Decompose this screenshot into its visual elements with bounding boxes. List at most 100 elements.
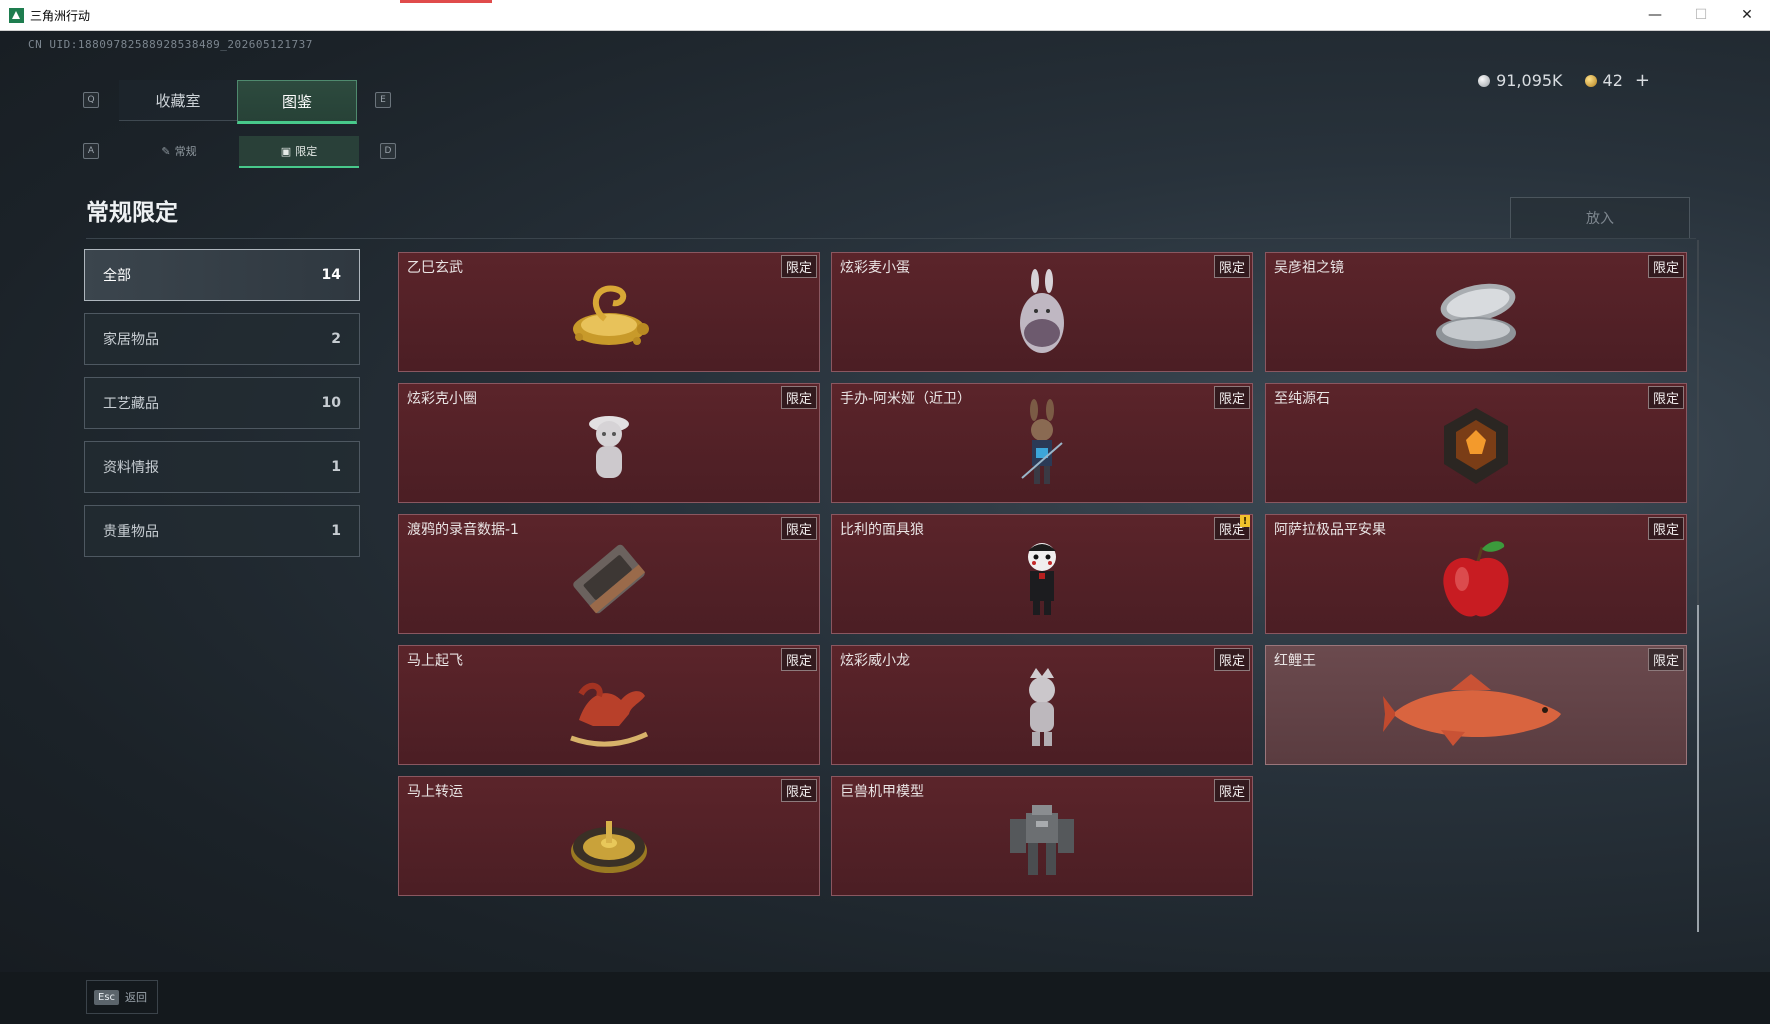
gold-currency: 42 + xyxy=(1584,70,1650,91)
key-hint-d: D xyxy=(380,143,396,159)
item-card[interactable]: 阿萨拉极品平安果 限定 xyxy=(1265,514,1687,634)
item-card[interactable]: 炫彩威小龙 限定 xyxy=(831,645,1253,765)
fortune-wheel-icon xyxy=(571,821,647,873)
item-name: 手办-阿米娅（近卫） xyxy=(840,391,972,407)
limited-badge: 限定 xyxy=(1647,255,1684,278)
titlebar-accent xyxy=(400,0,492,3)
page-title: 常规限定 xyxy=(86,200,178,226)
item-name: 炫彩麦小蛋 xyxy=(840,260,910,276)
gold-amount: 42 xyxy=(1602,71,1623,90)
item-name: 渡鸦的录音数据-1 xyxy=(407,522,519,538)
category-count: 1 xyxy=(331,459,341,475)
grid-scrollbar[interactable] xyxy=(1697,240,1699,932)
item-name: 至纯源石 xyxy=(1274,391,1330,407)
item-name: 巨兽机甲模型 xyxy=(840,784,924,800)
window-title: 三角洲行动 xyxy=(30,8,91,23)
compact-mirror-icon xyxy=(1436,283,1516,349)
tab-regular[interactable]: ✎ 常规 xyxy=(119,136,239,166)
tab-catalog[interactable]: 图鉴 xyxy=(237,80,357,124)
window-controls: — ☐ ✕ xyxy=(1632,0,1770,30)
limited-badge: 限定 xyxy=(780,255,817,278)
window-titlebar: 三角洲行动 — ☐ ✕ xyxy=(0,0,1770,31)
minimize-button[interactable]: — xyxy=(1632,0,1678,30)
back-button[interactable]: Esc 返回 xyxy=(86,980,158,1014)
key-hint-e: E xyxy=(375,92,391,108)
cassette-tape-icon xyxy=(573,544,646,614)
item-card[interactable]: 炫彩麦小蛋 限定 xyxy=(831,252,1253,372)
category-count: 1 xyxy=(331,523,341,539)
mech-model-icon xyxy=(1010,805,1074,875)
item-card-selected[interactable]: 红鲤王 限定 xyxy=(1265,645,1687,765)
currency-bar: 91,095K 42 + xyxy=(1478,70,1650,91)
item-card[interactable]: 马上转运 限定 xyxy=(398,776,820,896)
maximize-button[interactable]: ☐ xyxy=(1678,0,1724,30)
item-card[interactable]: 比利的面具狼 限定 ! xyxy=(831,514,1253,634)
limited-badge: 限定 xyxy=(780,386,817,409)
silver-currency: 91,095K xyxy=(1478,71,1563,90)
category-label: 贵重物品 xyxy=(103,524,159,540)
close-button[interactable]: ✕ xyxy=(1724,0,1770,30)
place-in-button[interactable]: 放入 xyxy=(1510,197,1690,239)
category-home-items[interactable]: 家居物品 2 xyxy=(84,313,360,365)
item-card[interactable]: 至纯源石 限定 xyxy=(1265,383,1687,503)
silver-coin-icon xyxy=(1478,74,1491,87)
category-all[interactable]: 全部 14 xyxy=(84,249,360,301)
item-card[interactable]: 巨兽机甲模型 限定 xyxy=(831,776,1253,896)
limited-badge: 限定 xyxy=(780,517,817,540)
dragon-figurine-icon xyxy=(1029,668,1055,746)
originium-crystal-icon xyxy=(1444,408,1508,484)
category-count: 10 xyxy=(321,395,341,411)
category-crafts[interactable]: 工艺藏品 10 xyxy=(84,377,360,429)
white-figurine-icon xyxy=(589,416,629,478)
tab-collection-room[interactable]: 收藏室 xyxy=(119,80,237,121)
item-name: 吴彦祖之镜 xyxy=(1274,260,1344,276)
add-currency-button[interactable]: + xyxy=(1635,70,1650,91)
item-card[interactable]: 炫彩克小圈 限定 xyxy=(398,383,820,503)
category-label: 全部 xyxy=(103,268,131,284)
tab-limited[interactable]: ▣ 限定 xyxy=(239,136,359,168)
gold-coin-icon xyxy=(1584,74,1597,87)
limited-badge: 限定 xyxy=(1213,255,1250,278)
pin-icon: ✎ xyxy=(161,144,171,158)
category-label: 工艺藏品 xyxy=(103,396,159,412)
limited-badge: 限定 xyxy=(1647,517,1684,540)
key-hint-q: Q xyxy=(83,92,99,108)
item-name: 红鲤王 xyxy=(1274,653,1316,669)
new-alert-icon: ! xyxy=(1240,515,1250,527)
main-tabs: 收藏室 图鉴 xyxy=(119,80,357,124)
item-card[interactable]: 马上起飞 限定 xyxy=(398,645,820,765)
bunny-egg-figure-icon xyxy=(1020,269,1064,353)
category-count: 14 xyxy=(321,267,341,283)
esc-key-hint: Esc xyxy=(94,989,120,1005)
limited-badge: 限定 xyxy=(1213,648,1250,671)
golden-tortoise-snake-icon xyxy=(573,285,649,345)
limited-badge: 限定 xyxy=(1647,648,1684,671)
category-count: 2 xyxy=(331,331,341,347)
silver-amount: 91,095K xyxy=(1496,71,1563,90)
item-name: 炫彩克小圈 xyxy=(407,391,477,407)
limited-badge: 限定 xyxy=(1213,386,1250,409)
category-label: 资料情报 xyxy=(103,460,159,476)
tab-regular-label: 常规 xyxy=(174,145,197,158)
scrollbar-thumb[interactable] xyxy=(1697,605,1699,932)
amiya-figure-icon xyxy=(1021,399,1063,484)
limited-badge: 限定 xyxy=(1647,386,1684,409)
app-logo-icon xyxy=(9,7,24,23)
key-hint-a: A xyxy=(83,143,99,159)
red-apple-icon xyxy=(1443,541,1509,617)
category-valuables[interactable]: 贵重物品 1 xyxy=(84,505,360,557)
item-name: 乙巳玄武 xyxy=(407,260,463,276)
item-name: 马上起飞 xyxy=(407,653,463,669)
item-card[interactable]: 吴彦祖之镜 限定 xyxy=(1265,252,1687,372)
item-name: 炫彩威小龙 xyxy=(840,653,910,669)
category-intel[interactable]: 资料情报 1 xyxy=(84,441,360,493)
item-name: 马上转运 xyxy=(407,784,463,800)
item-card[interactable]: 渡鸦的录音数据-1 限定 xyxy=(398,514,820,634)
limited-badge: 限定 xyxy=(780,648,817,671)
item-name: 比利的面具狼 xyxy=(840,522,924,538)
back-label: 返回 xyxy=(125,991,148,1004)
item-card[interactable]: 手办-阿米娅（近卫） 限定 xyxy=(831,383,1253,503)
sub-tabs: ✎ 常规 ▣ 限定 xyxy=(119,136,359,168)
item-card[interactable]: 乙巳玄武 限定 xyxy=(398,252,820,372)
limited-badge: 限定 xyxy=(780,779,817,802)
